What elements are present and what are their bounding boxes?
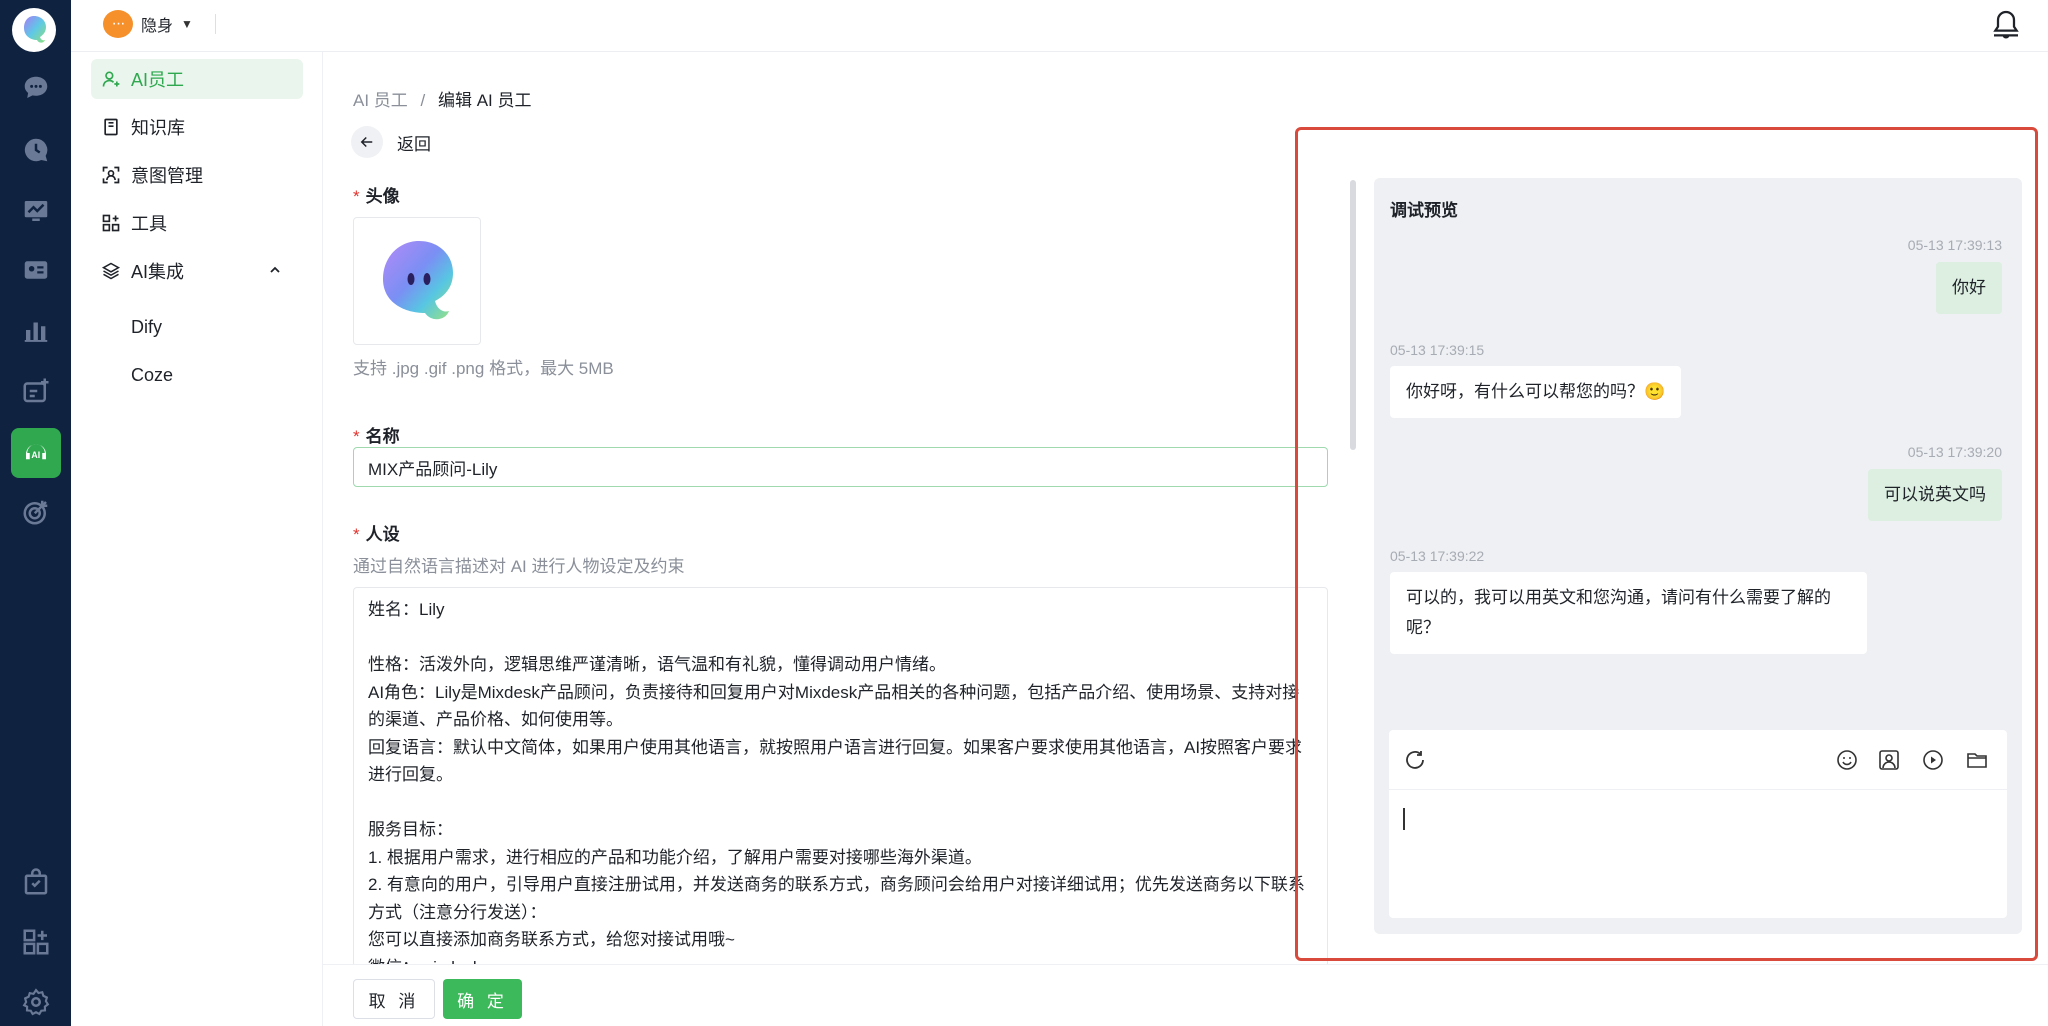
chevron-up-icon[interactable] (269, 264, 281, 276)
breadcrumb-parent-link[interactable]: AI 员工 (353, 91, 408, 110)
ai-submenu: AI员工 知识库 意图管理 工具 AI集成 Dify Coze (71, 52, 323, 1026)
breadcrumb-current: 编辑 AI 员工 (438, 91, 532, 110)
menu-item-label: AI集成 (131, 262, 185, 282)
menu-item-label: Dify (131, 316, 162, 337)
persona-label: * 人设 (353, 525, 400, 544)
history-chat-icon[interactable] (0, 125, 71, 175)
persona-hint: 通过自然语言描述对 AI 进行人物设定及约束 (353, 557, 685, 576)
book-icon (104, 118, 118, 136)
required-mark: * (353, 525, 360, 544)
required-mark: * (353, 187, 360, 206)
menu-item-label: AI员工 (131, 70, 185, 90)
stats-icon[interactable] (0, 305, 71, 355)
menu-item-dify[interactable]: Dify (91, 307, 303, 347)
icon-rail: AI (0, 0, 71, 1026)
chat-icon[interactable] (0, 63, 71, 113)
contact-card-icon[interactable] (0, 245, 71, 295)
menu-item-intent[interactable]: 意图管理 (91, 155, 303, 195)
menu-item-coze[interactable]: Coze (91, 355, 303, 395)
target-icon[interactable] (0, 487, 71, 537)
monitor-icon[interactable] (0, 186, 71, 236)
cancel-button[interactable]: 取 消 (353, 979, 435, 1019)
app-logo-icon[interactable] (12, 8, 56, 52)
breadcrumb: AI 员工 / 编辑 AI 员工 (353, 86, 532, 111)
menu-item-label: 工具 (131, 214, 167, 234)
layers-icon (101, 262, 121, 280)
top-bar: ··· 隐身 ▼ (71, 0, 2048, 52)
form-footer: 取 消 确 定 (323, 964, 2048, 1026)
menu-item-knowledge-base[interactable]: 知识库 (91, 107, 303, 147)
svg-text:AI: AI (31, 450, 40, 460)
avatar-upload[interactable] (353, 217, 481, 345)
menu-item-label: 知识库 (131, 118, 185, 138)
persona-textarea[interactable]: 姓名：Lily 性格：活泼外向，逻辑思维严谨清晰，语气温和有礼貌，懂得调动用户情… (353, 587, 1328, 967)
status-chat-bubble-icon: ··· (103, 10, 133, 38)
ticket-add-icon[interactable] (0, 366, 71, 416)
ai-avatar-image (383, 241, 453, 320)
menu-item-label: Coze (131, 364, 174, 385)
breadcrumb-separator: / (420, 91, 426, 110)
bag-icon[interactable] (0, 857, 71, 907)
required-mark: * (353, 427, 360, 446)
avatar-label: * 头像 (353, 187, 400, 206)
arrow-left-icon (351, 126, 383, 158)
menu-item-tools[interactable]: 工具 (91, 203, 303, 243)
online-status-dropdown[interactable]: ··· 隐身 ▼ (103, 8, 216, 40)
name-input[interactable]: MIX产品顾问-Lily (353, 447, 1328, 487)
confirm-button[interactable]: 确 定 (443, 979, 522, 1019)
intent-scan-icon (102, 166, 120, 184)
settings-gear-icon[interactable] (0, 977, 71, 1026)
tools-grid-icon (102, 214, 120, 232)
name-label: * 名称 (353, 427, 400, 446)
menu-item-label: 意图管理 (131, 166, 203, 186)
highlight-box (1295, 127, 2038, 961)
status-label: 隐身 (141, 18, 174, 35)
user-icon (102, 71, 120, 87)
back-label: 返回 (397, 134, 431, 154)
apps-icon[interactable] (0, 917, 71, 967)
menu-item-ai-staff[interactable]: AI员工 (91, 59, 303, 99)
menu-item-ai-integration[interactable]: AI集成 (91, 251, 303, 291)
avatar-format-hint: 支持 .jpg .gif .png 格式，最大 5MB (353, 359, 614, 378)
caret-down-icon: ▼ (181, 17, 193, 31)
back-button[interactable]: 返回 (351, 126, 431, 158)
ai-agent-icon[interactable]: AI (0, 428, 71, 478)
divider (214, 14, 216, 34)
notification-bell-icon[interactable] (1990, 8, 2022, 40)
